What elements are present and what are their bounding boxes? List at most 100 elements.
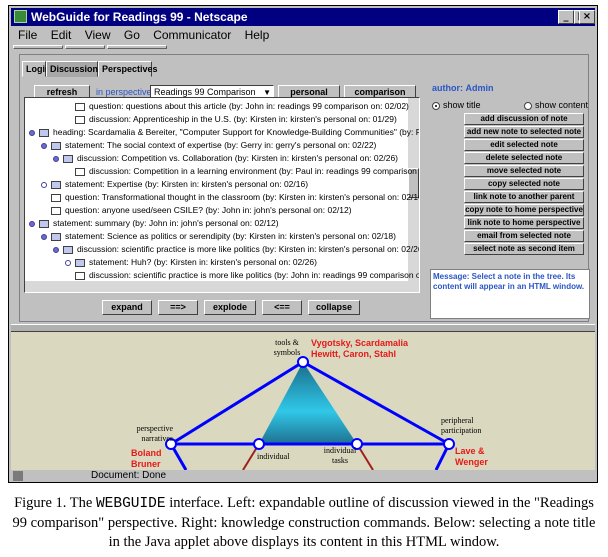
expanded-bullet-icon[interactable] <box>53 246 59 253</box>
title-bar: WebGuide for Readings 99 - Netscape _ □ <box>11 8 595 26</box>
document-icon <box>51 206 61 215</box>
node-right <box>443 438 455 450</box>
command-button[interactable]: link note to home perspective <box>464 217 584 229</box>
tree-row[interactable]: heading: Scardamalia & Bereiter, "Comput… <box>29 126 420 139</box>
show-title-radio[interactable]: show title <box>432 99 481 111</box>
message-box: Message: Select a note in the tree. Its … <box>430 269 590 319</box>
command-button[interactable]: email from selected note <box>464 230 584 242</box>
expanded-bullet-icon[interactable] <box>29 129 35 136</box>
next-button[interactable]: ==> <box>158 300 198 315</box>
tab-perspectives[interactable]: Perspectives <box>98 61 158 77</box>
expanded-bullet-icon[interactable] <box>41 233 47 240</box>
left-label: perspective narratives <box>136 424 173 443</box>
folder-icon <box>63 245 73 254</box>
webguide-applet: Login Discussions Perspectives refresh i… <box>19 54 590 322</box>
tree-row[interactable]: statement: summary (by: John in: john's … <box>29 217 279 230</box>
menu-view[interactable]: View <box>85 28 111 42</box>
tree-row-text: statement: summary (by: John in: john's … <box>53 218 279 228</box>
collapse-button[interactable]: collapse <box>308 300 360 315</box>
tab-discussions[interactable]: Discussions <box>46 61 103 77</box>
minimize-button[interactable]: _ <box>558 10 574 24</box>
tree-row-text: discussion: scientific practice is more … <box>77 244 420 254</box>
document-icon <box>75 271 85 280</box>
previous-button[interactable]: <== <box>262 300 302 315</box>
tree-row[interactable]: discussion: scientific practice is more … <box>53 243 420 256</box>
tree-row-text: statement: Huh? (by: Kirsten in: kirsten… <box>89 257 317 267</box>
command-button[interactable]: copy note to home perspective <box>464 204 584 216</box>
discussion-outline-tree[interactable]: question: questions about this article (… <box>24 97 420 293</box>
collapsed-bullet-icon[interactable] <box>65 259 71 266</box>
tree-row[interactable]: statement: Huh? (by: Kirsten in: kirsten… <box>65 256 317 269</box>
menu-edit[interactable]: Edit <box>51 28 72 42</box>
folder-icon <box>39 219 49 228</box>
caption-webguide: WEBGUIDE <box>95 496 166 512</box>
show-content-radio[interactable]: show content <box>524 99 588 111</box>
command-button[interactable]: edit selected note <box>464 139 584 151</box>
document-icon <box>75 167 85 176</box>
center-pyramid <box>259 362 357 444</box>
menu-communicator[interactable]: Communicator <box>153 28 231 42</box>
right-names: Lave & Wenger <box>455 446 488 467</box>
menu-bar: File Edit View Go Communicator Help <box>11 27 272 43</box>
tree-row-text: discussion: Competition vs. Collaboratio… <box>77 153 398 163</box>
radio-unselected-icon <box>524 101 532 110</box>
command-button[interactable]: link note to another parent <box>464 191 584 203</box>
tree-row[interactable]: question: anyone used/seen CSILE? (by: J… <box>41 204 352 217</box>
inner-left-label: individual <box>257 452 290 461</box>
tree-row-text: question: Transformational thought in th… <box>65 192 420 202</box>
perspective-select-value: Readings 99 Comparison <box>154 87 256 97</box>
caption-prefix: Figure 1. The <box>14 495 96 511</box>
node-top <box>297 356 309 368</box>
security-icon <box>13 471 23 481</box>
command-button[interactable]: move selected note <box>464 165 584 177</box>
folder-icon <box>39 128 49 137</box>
tree-row-text: statement: Science as politics or serend… <box>65 231 396 241</box>
right-label: peripheral participation <box>441 416 482 435</box>
show-content-label: show content <box>535 100 589 110</box>
folder-icon <box>51 180 61 189</box>
expand-button[interactable]: expand <box>102 300 152 315</box>
expanded-bullet-icon[interactable] <box>53 155 59 162</box>
tree-row[interactable]: statement: Science as politics or serend… <box>41 230 396 243</box>
menu-help[interactable]: Help <box>245 28 270 42</box>
tree-row[interactable]: discussion: scientific practice is more … <box>65 269 419 282</box>
tree-row[interactable]: question: questions about this article (… <box>65 100 409 113</box>
document-icon <box>75 102 85 111</box>
command-button[interactable]: copy selected note <box>464 178 584 190</box>
tree-row[interactable]: statement: Expertise (by: Kirsten in: ki… <box>41 178 308 191</box>
tree-row[interactable]: discussion: Competition in a learning en… <box>65 165 420 178</box>
top-names: Vygotsky, Scardamalia Hewitt, Caron, Sta… <box>311 338 409 359</box>
command-button[interactable]: add discussion of note <box>464 113 584 125</box>
tree-row-text: discussion: Competition in a learning en… <box>89 166 420 176</box>
tree-row-text: question: questions about this article (… <box>89 101 409 111</box>
collapsed-toolbar[interactable] <box>11 43 595 51</box>
menu-go[interactable]: Go <box>124 28 140 42</box>
close-button[interactable]: × <box>579 10 595 24</box>
expanded-bullet-icon[interactable] <box>29 220 35 227</box>
tree-row[interactable]: discussion: Apprenticeship in the U.S. (… <box>65 113 397 126</box>
tree-row-text: statement: The social context of experti… <box>65 140 377 150</box>
tab-login[interactable]: Login <box>22 61 51 77</box>
tree-horizontal-scrollbar[interactable] <box>25 281 419 292</box>
author-value: Admin <box>465 83 494 93</box>
folder-icon <box>75 258 85 267</box>
status-bar: Document: Done <box>11 470 595 482</box>
top-label: tools & symbols <box>273 338 301 357</box>
tree-row[interactable]: discussion: Competition vs. Collaboratio… <box>53 152 398 165</box>
status-text: Document: Done <box>91 470 167 481</box>
collapsed-bullet-icon[interactable] <box>41 181 47 188</box>
tree-row[interactable]: question: Transformational thought in th… <box>41 191 420 204</box>
menu-file[interactable]: File <box>18 28 37 42</box>
expanded-bullet-icon[interactable] <box>41 142 47 149</box>
command-button[interactable]: add new note to selected note <box>464 126 584 138</box>
tree-row-text: question: anyone used/seen CSILE? (by: J… <box>65 205 352 215</box>
show-title-label: show title <box>443 100 481 110</box>
command-button[interactable]: delete selected note <box>464 152 584 164</box>
document-icon <box>51 193 61 202</box>
command-button[interactable]: select note as second item <box>464 243 584 255</box>
explode-button[interactable]: explode <box>204 300 256 315</box>
tree-row[interactable]: statement: The social context of experti… <box>41 139 376 152</box>
frame-divider[interactable] <box>11 324 595 332</box>
tree-row-text: heading: Scardamalia & Bereiter, "Comput… <box>53 127 420 137</box>
netscape-icon <box>14 10 27 23</box>
